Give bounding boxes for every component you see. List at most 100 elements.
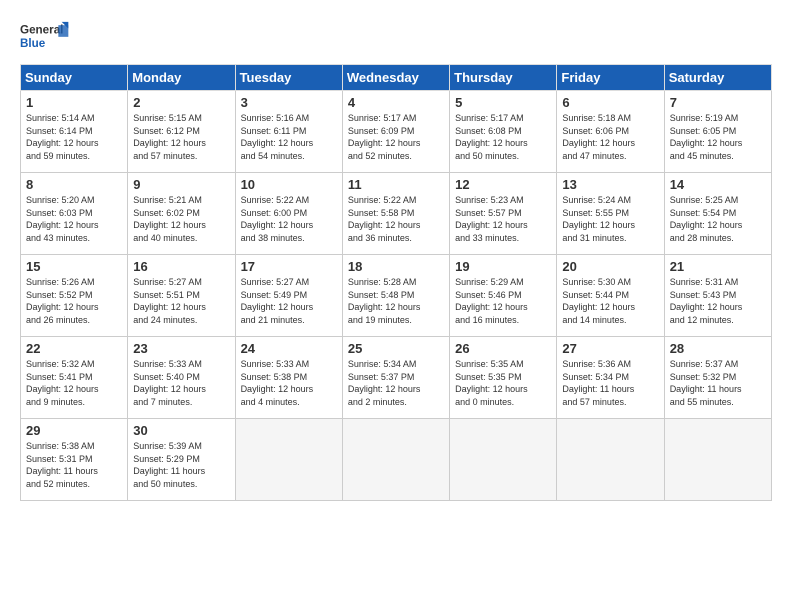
day-info: Sunrise: 5:34 AM Sunset: 5:37 PM Dayligh… <box>348 358 444 408</box>
day-number: 12 <box>455 177 551 192</box>
weekday-header-row: SundayMondayTuesdayWednesdayThursdayFrid… <box>21 65 772 91</box>
header: General Blue <box>20 18 772 54</box>
day-number: 17 <box>241 259 337 274</box>
calendar-table: SundayMondayTuesdayWednesdayThursdayFrid… <box>20 64 772 501</box>
day-number: 25 <box>348 341 444 356</box>
day-number: 29 <box>26 423 122 438</box>
day-info: Sunrise: 5:38 AM Sunset: 5:31 PM Dayligh… <box>26 440 122 490</box>
calendar-cell: 2 Sunrise: 5:15 AM Sunset: 6:12 PM Daylig… <box>128 91 235 173</box>
day-number: 15 <box>26 259 122 274</box>
calendar-cell: 15 Sunrise: 5:26 AM Sunset: 5:52 PM Dayli… <box>21 255 128 337</box>
logo-icon: General Blue <box>20 18 70 54</box>
calendar-week-4: 22 Sunrise: 5:32 AM Sunset: 5:41 PM Dayli… <box>21 337 772 419</box>
day-info: Sunrise: 5:33 AM Sunset: 5:38 PM Dayligh… <box>241 358 337 408</box>
calendar-cell: 22 Sunrise: 5:32 AM Sunset: 5:41 PM Dayli… <box>21 337 128 419</box>
calendar-cell <box>450 419 557 501</box>
day-info: Sunrise: 5:15 AM Sunset: 6:12 PM Dayligh… <box>133 112 229 162</box>
calendar-cell: 18Sunrise: 5:28 AM Sunset: 5:48 PM Dayli… <box>342 255 449 337</box>
day-info: Sunrise: 5:22 AM Sunset: 6:00 PM Dayligh… <box>241 194 337 244</box>
day-number: 2 <box>133 95 229 110</box>
day-number: 8 <box>26 177 122 192</box>
calendar-cell: 29 Sunrise: 5:38 AM Sunset: 5:31 PM Dayli… <box>21 419 128 501</box>
calendar-cell <box>557 419 664 501</box>
day-info: Sunrise: 5:25 AM Sunset: 5:54 PM Dayligh… <box>670 194 766 244</box>
svg-text:Blue: Blue <box>20 37 46 50</box>
day-number: 6 <box>562 95 658 110</box>
day-number: 22 <box>26 341 122 356</box>
calendar-cell: 8 Sunrise: 5:20 AM Sunset: 6:03 PM Daylig… <box>21 173 128 255</box>
day-number: 9 <box>133 177 229 192</box>
weekday-header-saturday: Saturday <box>664 65 771 91</box>
day-number: 24 <box>241 341 337 356</box>
calendar-cell: 25 Sunrise: 5:34 AM Sunset: 5:37 PM Dayli… <box>342 337 449 419</box>
weekday-header-wednesday: Wednesday <box>342 65 449 91</box>
calendar-cell: 1Sunrise: 5:14 AM Sunset: 6:14 PM Daylig… <box>21 91 128 173</box>
calendar-cell: 19Sunrise: 5:29 AM Sunset: 5:46 PM Dayli… <box>450 255 557 337</box>
calendar-cell: 11 Sunrise: 5:22 AM Sunset: 5:58 PM Dayli… <box>342 173 449 255</box>
day-info: Sunrise: 5:28 AM Sunset: 5:48 PM Dayligh… <box>348 276 444 326</box>
day-info: Sunrise: 5:22 AM Sunset: 5:58 PM Dayligh… <box>348 194 444 244</box>
day-info: Sunrise: 5:26 AM Sunset: 5:52 PM Dayligh… <box>26 276 122 326</box>
calendar-cell: 12 Sunrise: 5:23 AM Sunset: 5:57 PM Dayli… <box>450 173 557 255</box>
day-info: Sunrise: 5:35 AM Sunset: 5:35 PM Dayligh… <box>455 358 551 408</box>
calendar-cell: 16 Sunrise: 5:27 AM Sunset: 5:51 PM Dayli… <box>128 255 235 337</box>
day-number: 20 <box>562 259 658 274</box>
day-info: Sunrise: 5:24 AM Sunset: 5:55 PM Dayligh… <box>562 194 658 244</box>
day-info: Sunrise: 5:30 AM Sunset: 5:44 PM Dayligh… <box>562 276 658 326</box>
calendar-cell: 9Sunrise: 5:21 AM Sunset: 6:02 PM Daylig… <box>128 173 235 255</box>
day-number: 3 <box>241 95 337 110</box>
calendar-cell: 23Sunrise: 5:33 AM Sunset: 5:40 PM Dayli… <box>128 337 235 419</box>
page: General Blue SundayMondayTuesdayWednesda… <box>0 0 792 511</box>
calendar-cell: 21 Sunrise: 5:31 AM Sunset: 5:43 PM Dayli… <box>664 255 771 337</box>
day-number: 5 <box>455 95 551 110</box>
day-info: Sunrise: 5:18 AM Sunset: 6:06 PM Dayligh… <box>562 112 658 162</box>
svg-text:General: General <box>20 24 63 37</box>
calendar-cell: 24 Sunrise: 5:33 AM Sunset: 5:38 PM Dayli… <box>235 337 342 419</box>
day-number: 14 <box>670 177 766 192</box>
calendar-cell: 7 Sunrise: 5:19 AM Sunset: 6:05 PM Daylig… <box>664 91 771 173</box>
weekday-header-tuesday: Tuesday <box>235 65 342 91</box>
day-number: 26 <box>455 341 551 356</box>
day-info: Sunrise: 5:36 AM Sunset: 5:34 PM Dayligh… <box>562 358 658 408</box>
day-info: Sunrise: 5:14 AM Sunset: 6:14 PM Dayligh… <box>26 112 122 162</box>
calendar-cell: 4Sunrise: 5:17 AM Sunset: 6:09 PM Daylig… <box>342 91 449 173</box>
day-number: 10 <box>241 177 337 192</box>
calendar-cell: 10 Sunrise: 5:22 AM Sunset: 6:00 PM Dayli… <box>235 173 342 255</box>
calendar-week-5: 29 Sunrise: 5:38 AM Sunset: 5:31 PM Dayli… <box>21 419 772 501</box>
day-info: Sunrise: 5:32 AM Sunset: 5:41 PM Dayligh… <box>26 358 122 408</box>
calendar-cell: 6 Sunrise: 5:18 AM Sunset: 6:06 PM Daylig… <box>557 91 664 173</box>
day-info: Sunrise: 5:16 AM Sunset: 6:11 PM Dayligh… <box>241 112 337 162</box>
calendar-cell: 26 Sunrise: 5:35 AM Sunset: 5:35 PM Dayli… <box>450 337 557 419</box>
day-info: Sunrise: 5:33 AM Sunset: 5:40 PM Dayligh… <box>133 358 229 408</box>
calendar-cell: 28 Sunrise: 5:37 AM Sunset: 5:32 PM Dayli… <box>664 337 771 419</box>
calendar-cell: 5Sunrise: 5:17 AM Sunset: 6:08 PM Daylig… <box>450 91 557 173</box>
day-info: Sunrise: 5:20 AM Sunset: 6:03 PM Dayligh… <box>26 194 122 244</box>
day-number: 7 <box>670 95 766 110</box>
day-number: 21 <box>670 259 766 274</box>
calendar-cell: 20 Sunrise: 5:30 AM Sunset: 5:44 PM Dayli… <box>557 255 664 337</box>
calendar-cell: 17 Sunrise: 5:27 AM Sunset: 5:49 PM Dayli… <box>235 255 342 337</box>
calendar-cell: 13 Sunrise: 5:24 AM Sunset: 5:55 PM Dayli… <box>557 173 664 255</box>
day-number: 28 <box>670 341 766 356</box>
calendar-cell: 14 Sunrise: 5:25 AM Sunset: 5:54 PM Dayli… <box>664 173 771 255</box>
weekday-header-friday: Friday <box>557 65 664 91</box>
day-number: 16 <box>133 259 229 274</box>
day-number: 13 <box>562 177 658 192</box>
day-info: Sunrise: 5:31 AM Sunset: 5:43 PM Dayligh… <box>670 276 766 326</box>
weekday-header-thursday: Thursday <box>450 65 557 91</box>
day-info: Sunrise: 5:17 AM Sunset: 6:09 PM Dayligh… <box>348 112 444 162</box>
day-info: Sunrise: 5:19 AM Sunset: 6:05 PM Dayligh… <box>670 112 766 162</box>
day-info: Sunrise: 5:27 AM Sunset: 5:51 PM Dayligh… <box>133 276 229 326</box>
logo: General Blue <box>20 18 70 54</box>
calendar-week-2: 8 Sunrise: 5:20 AM Sunset: 6:03 PM Daylig… <box>21 173 772 255</box>
day-info: Sunrise: 5:23 AM Sunset: 5:57 PM Dayligh… <box>455 194 551 244</box>
day-number: 19 <box>455 259 551 274</box>
calendar-cell <box>342 419 449 501</box>
calendar-cell <box>235 419 342 501</box>
day-info: Sunrise: 5:27 AM Sunset: 5:49 PM Dayligh… <box>241 276 337 326</box>
calendar-cell: 30Sunrise: 5:39 AM Sunset: 5:29 PM Dayli… <box>128 419 235 501</box>
day-number: 11 <box>348 177 444 192</box>
day-info: Sunrise: 5:37 AM Sunset: 5:32 PM Dayligh… <box>670 358 766 408</box>
day-number: 27 <box>562 341 658 356</box>
calendar-cell: 3 Sunrise: 5:16 AM Sunset: 6:11 PM Daylig… <box>235 91 342 173</box>
